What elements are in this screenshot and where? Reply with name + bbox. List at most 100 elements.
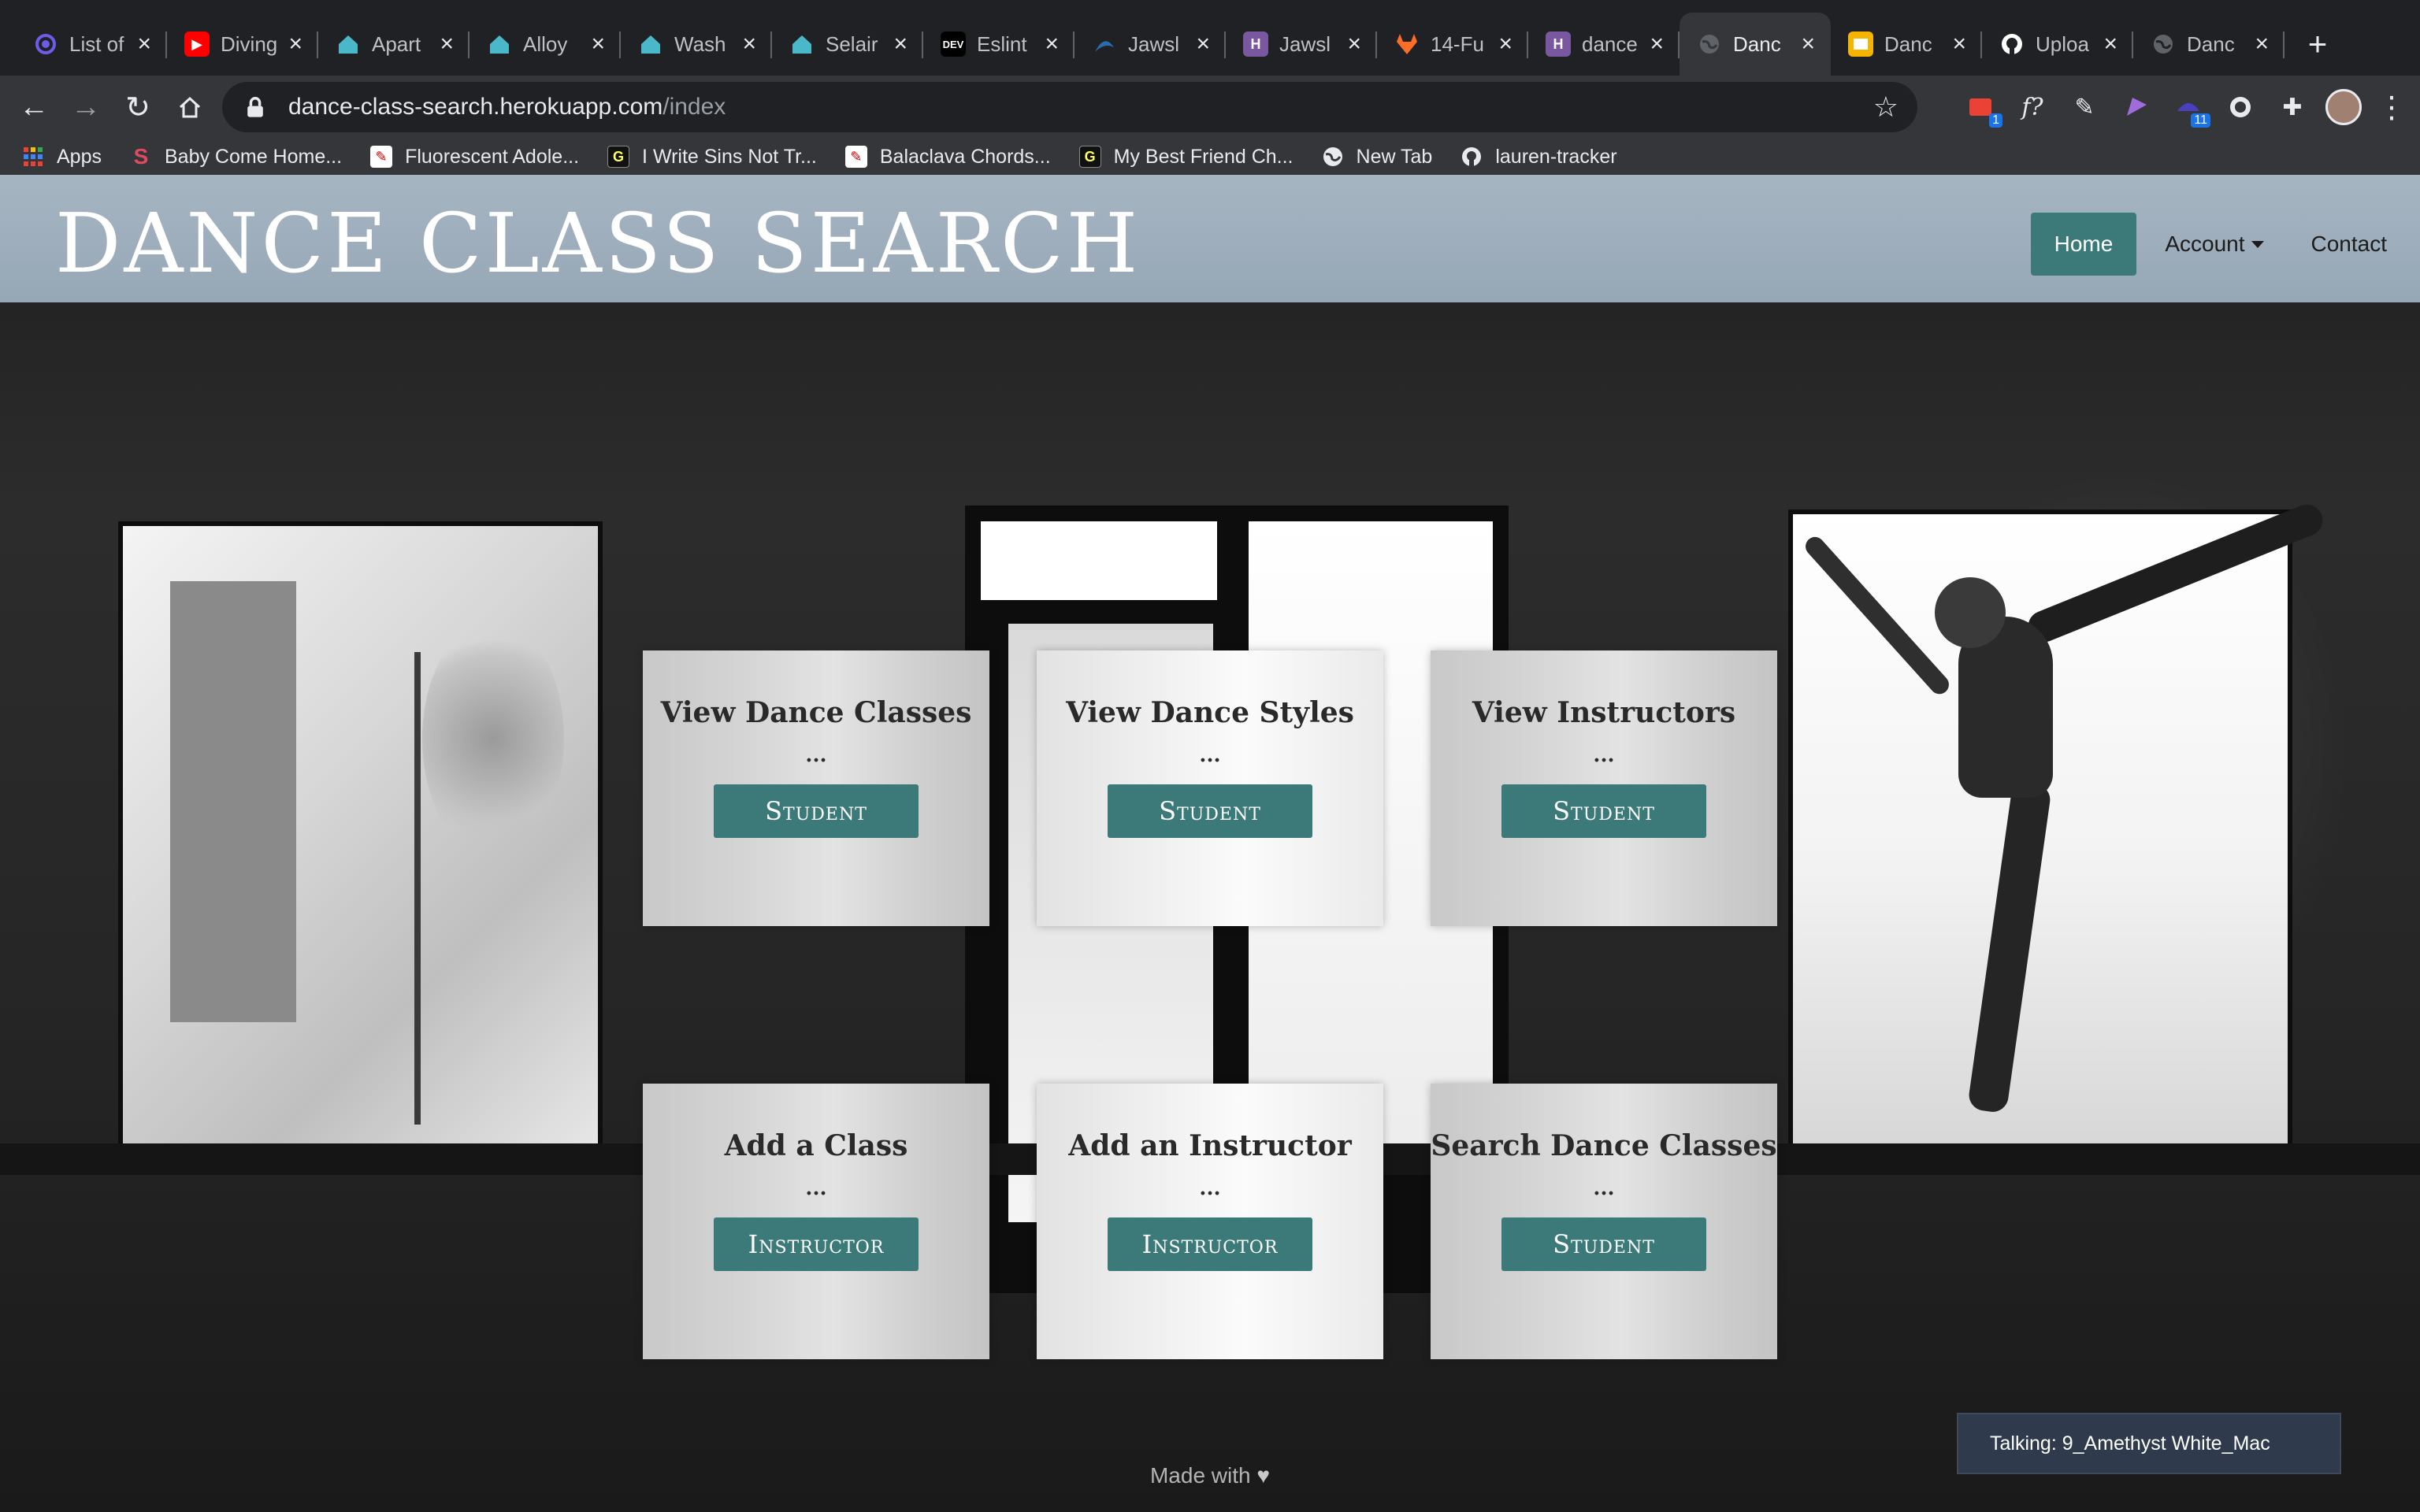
browser-tab[interactable]: H Jawsl × [1226,13,1377,76]
card-title: View Instructors [1472,696,1736,729]
nav-contact[interactable]: Contact [2288,213,2420,276]
back-arrow-icon[interactable]: ← [8,81,60,133]
card-text: ... [805,1177,827,1200]
browser-tab[interactable]: H dance × [1528,13,1680,76]
nav-account-dropdown[interactable]: Account [2141,213,2287,276]
bookmark-star-icon[interactable]: ☆ [1873,91,1899,124]
close-icon[interactable]: × [137,32,151,56]
card-view-dance-styles: View Dance Styles ... Student [1037,650,1383,926]
site-title[interactable]: DANCE CLASS SEARCH [55,195,1141,291]
bookmark-item[interactable]: ✎ Balaclava Chords... [844,146,1051,169]
main-nav: Home Account Contact [2030,213,2420,276]
student-button[interactable]: Student [1501,784,1706,838]
close-icon[interactable]: × [1347,32,1361,56]
browser-tab[interactable]: List of × [16,13,167,76]
nav-account-label: Account [2165,232,2245,256]
profile-avatar[interactable] [2325,89,2362,125]
close-icon[interactable]: × [288,32,302,56]
close-icon[interactable]: × [1196,32,1210,56]
browser-tab[interactable]: Wash × [621,13,772,76]
lock-icon [247,97,263,117]
close-icon[interactable]: × [1952,32,1966,56]
bookmark-item[interactable]: G I Write Sins Not Tr... [607,146,817,169]
instructor-button[interactable]: Instructor [714,1217,919,1271]
close-icon[interactable]: × [2103,32,2118,56]
close-icon[interactable]: × [893,32,908,56]
home-icon[interactable] [164,81,216,133]
student-button[interactable]: Student [1501,1217,1706,1271]
bookmark-apps[interactable]: Apps [22,146,102,169]
guitar-icon: ✎ [844,146,867,168]
extension-icon[interactable]: 11 [2169,88,2210,128]
browser-tab-active[interactable]: Danc × [1680,13,1831,76]
browser-tab[interactable]: Uploa × [1982,13,2133,76]
site-header: DANCE CLASS SEARCH Home Account Contact [0,175,2420,302]
circle-icon [33,32,58,57]
close-icon[interactable]: × [742,32,756,56]
home-icon [638,32,663,57]
bookmark-item[interactable]: S Baby Come Home... [130,144,342,169]
extension-icon[interactable] [2221,88,2259,126]
close-icon[interactable]: × [1801,32,1815,56]
footer-text: Made with [1149,1463,1251,1488]
fx-extension-icon[interactable]: f? [2014,88,2051,126]
globe-icon [1697,32,1722,57]
browser-tab[interactable]: ▶ Diving × [167,13,318,76]
close-icon[interactable]: × [1045,32,1059,56]
close-icon[interactable]: × [2255,32,2269,56]
extension-icon[interactable]: 1 [1962,88,2002,128]
heroku-icon: H [1243,32,1268,57]
close-icon[interactable]: × [591,32,605,56]
instructor-button[interactable]: Instructor [1108,1217,1312,1271]
card-add-a-class: Add a Class ... Instructor [643,1084,989,1359]
card-add-an-instructor: Add an Instructor ... Instructor [1037,1084,1383,1359]
browser-tab[interactable]: Danc × [1831,13,1982,76]
card-view-dance-classes: View Dance Classes ... Student [643,650,989,926]
bookmarks-bar: Apps S Baby Come Home... ✎ Fluorescent A… [0,139,2420,175]
browser-menu-icon[interactable]: ⋮ [2376,90,2407,125]
browser-tab-strip: List of × ▶ Diving × Apart × Alloy × Was… [0,0,2420,76]
close-icon[interactable]: × [1650,32,1664,56]
browser-tab[interactable]: 14-Fu × [1377,13,1528,76]
heart-icon: ♥ [1256,1463,1271,1488]
puzzle-extensions-icon[interactable]: ✚ [2273,88,2311,126]
s-logo-icon: S [133,144,149,169]
student-button[interactable]: Student [1108,784,1312,838]
background-dancer-image [1788,499,2328,1163]
pen-extension-icon[interactable]: ✎ [2066,88,2103,126]
guitar-icon: ✎ [370,146,393,168]
bookmark-item[interactable]: ✎ Fluorescent Adole... [370,146,579,169]
genius-icon: G [607,146,630,168]
card-title: Add a Class [724,1129,908,1162]
address-bar[interactable]: dance-class-search.herokuapp.com/index ☆ [222,82,1917,132]
home-icon [336,32,361,57]
url-host: dance-class-search.herokuapp.com [288,94,663,120]
card-view-instructors: View Instructors ... Student [1431,650,1777,926]
card-text: ... [1593,743,1615,767]
card-title: View Dance Classes [660,696,972,729]
close-icon[interactable]: × [1498,32,1512,56]
extensions-area: 1 f? ✎ 11 ✚ ⋮ [1962,82,2407,132]
home-icon [789,32,815,57]
reload-icon[interactable]: ↻ [112,81,164,133]
card-text: ... [805,743,827,767]
browser-tab[interactable]: Alloy × [470,13,621,76]
bookmark-item[interactable]: lauren-tracker [1461,146,1617,169]
browser-tab[interactable]: Jawsl × [1075,13,1226,76]
globe-icon [2151,32,2176,57]
nav-home[interactable]: Home [2030,213,2137,276]
bookmark-item[interactable]: New Tab [1322,146,1432,169]
new-tab-plus-icon[interactable]: + [2294,13,2341,76]
close-icon[interactable]: × [440,32,454,56]
browser-tab[interactable]: Selair × [772,13,923,76]
browser-tab[interactable]: Apart × [318,13,470,76]
talking-indicator: Talking: 9_Amethyst White_Mac [1957,1413,2341,1474]
browser-tab[interactable]: Danc × [2133,13,2285,76]
background-window-left [118,521,603,1148]
card-title: View Dance Styles [1066,696,1354,729]
forward-arrow-icon[interactable]: → [60,81,112,133]
extension-icon[interactable] [2118,88,2155,126]
bookmark-item[interactable]: G My Best Friend Ch... [1078,146,1294,169]
browser-tab[interactable]: DEV Eslint × [923,13,1075,76]
student-button[interactable]: Student [714,784,919,838]
